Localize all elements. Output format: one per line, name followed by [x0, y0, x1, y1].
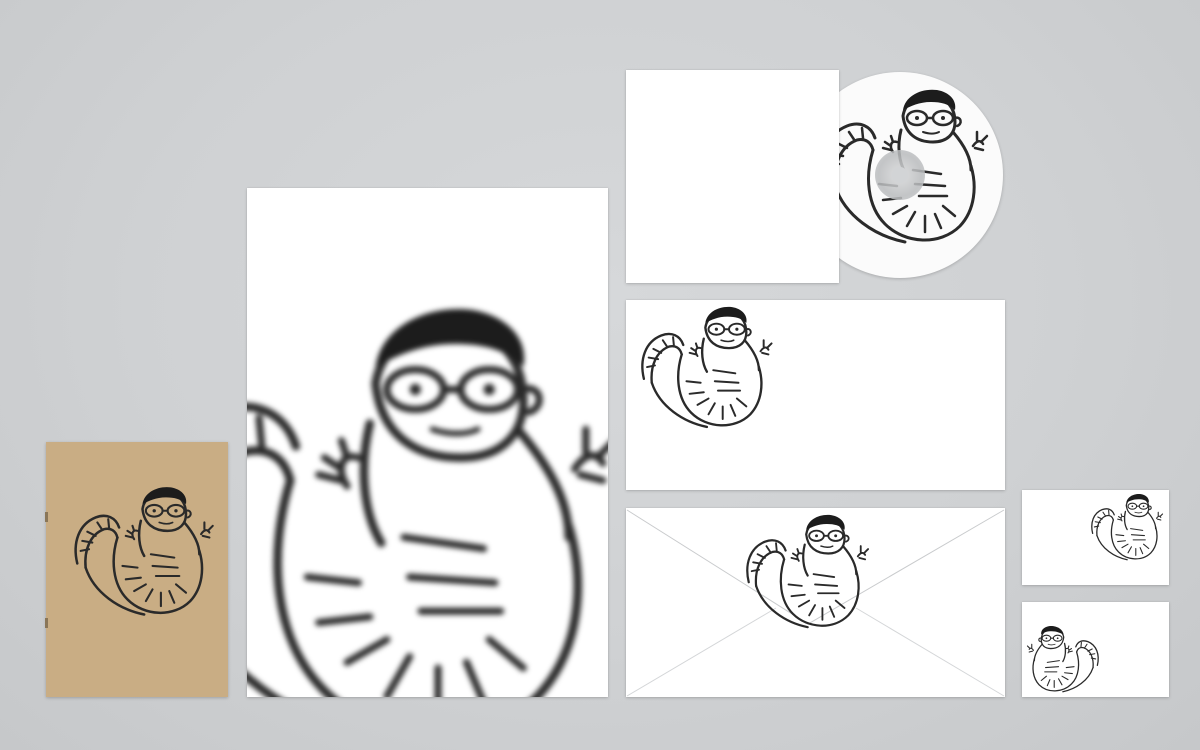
kraft-booklet	[45, 442, 228, 697]
booklet-staple-bottom	[45, 618, 48, 628]
dl-envelope-front	[626, 300, 1005, 490]
caterpillar-illustration-closeup	[247, 298, 608, 697]
caterpillar-illustration	[1091, 493, 1164, 561]
letterhead-sheet	[247, 188, 608, 697]
caterpillar-illustration	[746, 513, 870, 629]
booklet-staple-top	[45, 512, 48, 522]
caterpillar-illustration-mirrored	[1026, 625, 1099, 693]
business-card-front	[1022, 490, 1169, 585]
caterpillar-illustration	[641, 305, 773, 429]
envelope-back	[626, 508, 1005, 697]
caterpillar-illustration	[74, 485, 215, 616]
cd-sleeve	[626, 70, 839, 283]
cd-center-hole	[892, 167, 908, 183]
business-card-back	[1022, 602, 1169, 697]
